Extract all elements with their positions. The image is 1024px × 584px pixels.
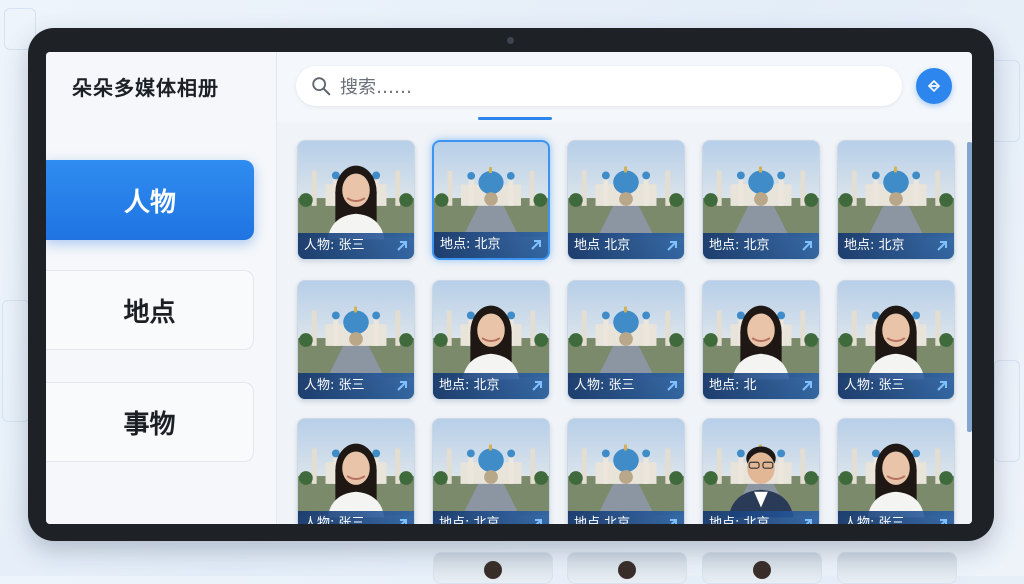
app-title: 朵朵多媒体相册	[72, 76, 219, 100]
photo-image	[433, 444, 549, 516]
scrollbar[interactable]	[967, 142, 972, 432]
arrow-icon[interactable]	[936, 240, 948, 252]
photo-caption: 地点: 北京	[433, 511, 549, 524]
photo-caption-text: 人物: 张三	[304, 378, 365, 393]
photo-caption-text: 地点 北京	[574, 238, 631, 253]
main-content: 搜索…… 人物: 张三 地点: 北京 地点 北京 地点: 北京 地点: 北京 人…	[277, 52, 972, 524]
overflow-thumbnail	[702, 552, 822, 584]
search-bar[interactable]: 搜索……	[296, 66, 902, 106]
photo-tile-person[interactable]: 地点: 北	[702, 280, 820, 400]
sidebar-item-things[interactable]: 事物	[46, 382, 254, 462]
photo-caption-text: 地点: 北京	[709, 516, 770, 524]
arrow-icon[interactable]	[531, 380, 543, 392]
arrow-icon[interactable]	[666, 380, 678, 392]
photo-grid: 人物: 张三 地点: 北京 地点 北京 地点: 北京 地点: 北京 人物: 张三…	[277, 122, 972, 524]
photo-tile-person[interactable]: 人物: 张三	[297, 140, 415, 260]
photo-tile-person[interactable]: 人物: 张三	[297, 418, 415, 524]
photo-tile-person[interactable]: 地点: 北京	[432, 280, 550, 400]
photo-image	[838, 443, 954, 518]
photo-caption-text: 地点: 北京	[439, 378, 500, 393]
photo-caption-text: 人物: 张三	[574, 378, 635, 393]
search-input[interactable]: 搜索……	[340, 73, 412, 99]
photo-caption-text: 人物: 张三	[844, 378, 905, 393]
overflow-thumbnail	[837, 552, 957, 584]
photo-caption-text: 地点 北京	[574, 516, 631, 524]
photo-caption-text: 人物: 张三	[844, 516, 905, 524]
photo-caption: 地点 北京	[568, 511, 684, 524]
arrow-icon[interactable]	[666, 240, 678, 252]
tab-indicator	[478, 117, 552, 120]
photo-caption-text: 人物: 张三	[304, 238, 365, 253]
arrow-icon[interactable]	[801, 240, 813, 252]
photo-caption: 地点: 北京	[434, 232, 548, 258]
photo-tile-place[interactable]: 地点 北京	[567, 140, 685, 260]
photo-tile-place[interactable]: 地点: 北京	[432, 140, 550, 260]
photo-caption: 地点: 北京	[703, 511, 819, 524]
share-button[interactable]	[916, 68, 952, 104]
background-decoration	[994, 360, 1020, 462]
arrow-icon[interactable]	[530, 239, 542, 251]
photo-caption: 地点: 北京	[703, 233, 819, 259]
background-decoration	[990, 60, 1020, 142]
app-screen: 朵朵多媒体相册 人物 地点 事物 搜索…… 人物: 张三 地点: 北京 地点 北…	[46, 52, 972, 524]
photo-tile-place[interactable]: 地点 北京	[567, 418, 685, 524]
front-camera	[507, 37, 514, 44]
photo-caption: 人物: 张三	[298, 511, 414, 524]
photo-caption-text: 人物: 张三	[304, 516, 365, 524]
photo-caption: 人物: 张三	[838, 373, 954, 399]
photo-image	[298, 443, 414, 518]
search-icon	[312, 77, 331, 96]
photo-caption-text: 地点: 北	[709, 378, 757, 393]
photo-caption-text: 地点: 北京	[439, 516, 500, 524]
arrow-icon[interactable]	[396, 240, 408, 252]
photo-tile-place[interactable]: 人物: 张三	[567, 280, 685, 400]
photo-caption: 地点: 北京	[433, 373, 549, 399]
overflow-thumbnail	[567, 552, 687, 584]
photo-tile-person[interactable]: 人物: 张三	[837, 418, 955, 524]
photo-tile-place[interactable]: 地点: 北京	[432, 418, 550, 524]
arrow-icon[interactable]	[936, 518, 948, 524]
photo-caption: 人物: 张三	[838, 511, 954, 524]
arrow-icon[interactable]	[801, 518, 813, 524]
photo-caption-text: 地点: 北京	[844, 238, 905, 253]
photo-caption: 人物: 张三	[298, 373, 414, 399]
arrow-icon[interactable]	[531, 518, 543, 524]
arrow-icon[interactable]	[396, 518, 408, 524]
photo-tile-person[interactable]: 人物: 张三	[837, 280, 955, 400]
photo-caption-text: 地点: 北京	[709, 238, 770, 253]
arrow-icon[interactable]	[666, 518, 678, 524]
sidebar: 朵朵多媒体相册 人物 地点 事物	[46, 52, 277, 524]
sidebar-item-label: 人物	[123, 187, 176, 218]
photo-tile-place[interactable]: 地点: 北京	[702, 140, 820, 260]
arrow-icon[interactable]	[801, 380, 813, 392]
arrow-icon[interactable]	[936, 380, 948, 392]
photo-caption: 地点: 北	[703, 373, 819, 399]
overflow-thumbnail	[433, 552, 553, 584]
photo-tile-person[interactable]: 地点: 北京	[702, 418, 820, 524]
arrow-icon[interactable]	[396, 380, 408, 392]
share-icon	[927, 79, 941, 93]
sidebar-item-label: 事物	[123, 409, 176, 440]
photo-image	[568, 444, 684, 516]
photo-caption: 地点: 北京	[838, 233, 954, 259]
photo-image	[703, 444, 819, 518]
photo-tile-place[interactable]: 地点: 北京	[837, 140, 955, 260]
overflow-thumbnails	[296, 552, 957, 584]
photo-tile-place[interactable]: 人物: 张三	[297, 280, 415, 400]
photo-caption: 人物: 张三	[298, 233, 414, 259]
sidebar-item-label: 地点	[123, 297, 176, 328]
background-decoration	[2, 300, 30, 422]
photo-caption: 人物: 张三	[568, 373, 684, 399]
photo-caption: 地点 北京	[568, 233, 684, 259]
sidebar-item-places[interactable]: 地点	[46, 270, 254, 350]
sidebar-item-people[interactable]: 人物	[46, 160, 254, 240]
photo-caption-text: 地点: 北京	[440, 237, 501, 252]
